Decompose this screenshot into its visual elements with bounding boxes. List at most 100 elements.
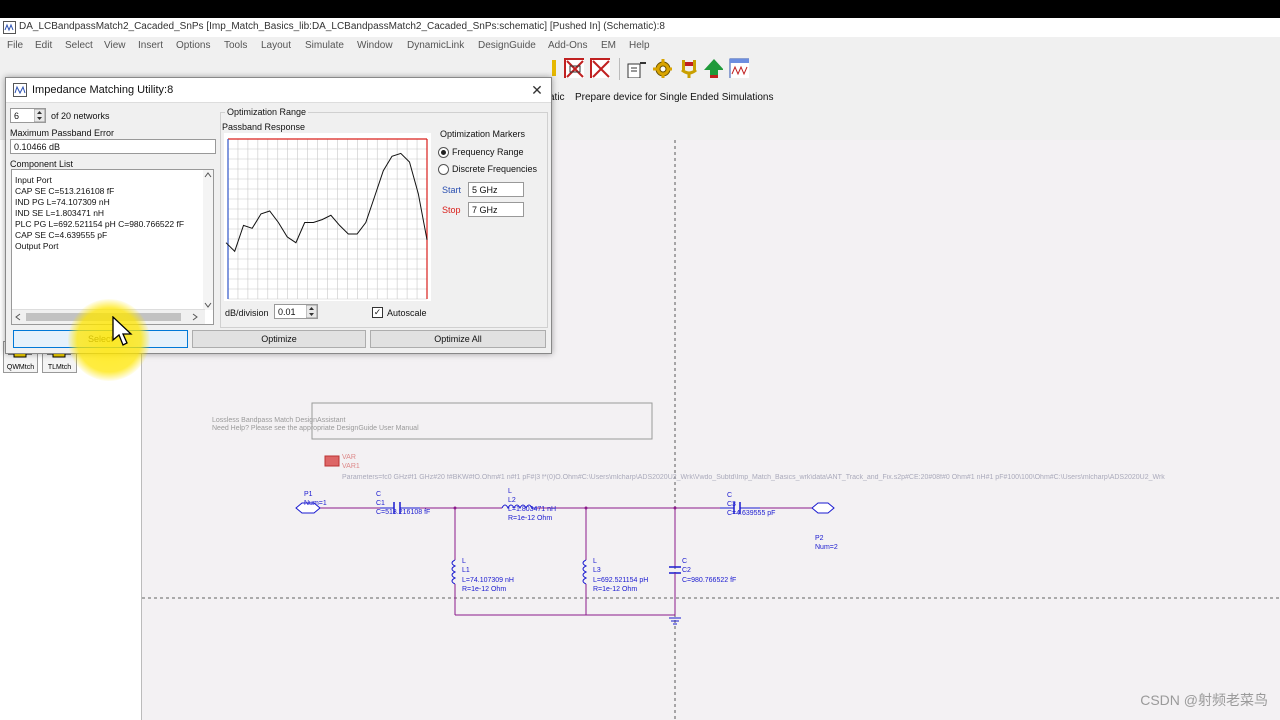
l1-name: L1 xyxy=(462,567,470,574)
p2-name: P2 xyxy=(815,535,824,542)
inductor-l1 xyxy=(451,559,457,585)
palette-item-label: QWMtch xyxy=(6,364,35,371)
menu-window[interactable]: Window xyxy=(357,40,393,51)
l2-name: L2 xyxy=(508,497,516,504)
frequency-range-radio[interactable] xyxy=(438,147,449,158)
c3-value: C=4.639555 pF xyxy=(727,510,776,517)
dialog-app-icon xyxy=(13,83,27,97)
push-into-hierarchy-icon[interactable] xyxy=(626,58,646,78)
l1-value: L=74.107309 nH xyxy=(462,577,514,584)
port-p2 xyxy=(811,502,835,514)
max-error-value: 0.10466 dB xyxy=(14,142,61,152)
menu-help[interactable]: Help xyxy=(629,40,650,51)
passband-response-label: Passband Response xyxy=(222,122,306,132)
menu-select[interactable]: Select xyxy=(65,40,93,51)
app-icon xyxy=(3,21,16,34)
db-division-label: dB/division xyxy=(225,308,269,318)
scroll-up-icon[interactable] xyxy=(204,172,212,178)
optimize-all-button[interactable]: Optimize All xyxy=(370,330,546,348)
spinner-arrows-icon[interactable] xyxy=(34,109,45,122)
list-item[interactable]: PLC PG L=692.521154 pH C=980.766522 fF xyxy=(15,219,184,229)
deactivate-short-icon[interactable] xyxy=(590,58,610,78)
l2-resistance: R=1e-12 Ohm xyxy=(508,515,553,522)
l3-type: L xyxy=(593,558,597,565)
designguide-note-box xyxy=(311,402,653,440)
palette-item-label: TLMtch xyxy=(47,364,72,371)
list-item[interactable]: Input Port xyxy=(15,175,52,185)
menu-edit[interactable]: Edit xyxy=(35,40,52,51)
c1-name: C1 xyxy=(376,500,385,507)
menu-tools[interactable]: Tools xyxy=(224,40,247,51)
scroll-down-icon[interactable] xyxy=(204,302,212,308)
menu-view[interactable]: View xyxy=(104,40,126,51)
list-item[interactable]: IND PG L=74.107309 nH xyxy=(15,197,110,207)
c2-value: C=980.766522 fF xyxy=(682,577,737,584)
optimize-button[interactable]: Optimize xyxy=(192,330,366,348)
menu-bar: File Edit Select View Insert Options Too… xyxy=(0,37,1280,54)
l2-type: L xyxy=(508,488,512,495)
start-frequency-input[interactable]: 5 GHz xyxy=(468,182,524,197)
c3-name: C3 xyxy=(727,501,736,508)
menu-dynamiclink[interactable]: DynamicLink xyxy=(407,40,464,51)
list-item[interactable]: CAP SE C=513.216108 fF xyxy=(15,186,114,196)
up-arrow-icon[interactable] xyxy=(703,58,723,78)
menu-simulate[interactable]: Simulate xyxy=(305,40,344,51)
component-list-label: Component List xyxy=(10,159,74,169)
autoscale-checkbox[interactable]: ✓ xyxy=(372,307,383,318)
c2-name: C2 xyxy=(682,567,691,574)
dialog-title: Impedance Matching Utility:8 xyxy=(32,84,174,96)
menu-addons[interactable]: Add-Ons xyxy=(548,40,587,51)
l1-type: L xyxy=(462,558,466,565)
menu-designguide[interactable]: DesignGuide xyxy=(478,40,536,51)
p1-name: P1 xyxy=(304,491,313,498)
max-error-field[interactable]: 0.10466 dB xyxy=(10,139,216,154)
passband-response-plot[interactable] xyxy=(224,133,431,301)
deactivate-icon[interactable] xyxy=(564,58,584,78)
l3-resistance: R=1e-12 Ohm xyxy=(593,586,638,593)
tuning-fork-icon[interactable] xyxy=(678,58,698,78)
scroll-right-icon[interactable] xyxy=(192,313,198,321)
menu-em[interactable]: EM xyxy=(601,40,616,51)
prepare-single-ended-button[interactable]: Prepare device for Single Ended Simulati… xyxy=(575,92,773,103)
stop-frequency-value: 7 GHz xyxy=(472,205,498,215)
menu-options[interactable]: Options xyxy=(176,40,210,51)
list-item[interactable]: IND SE L=1.803471 nH xyxy=(15,208,104,218)
c3-type: C xyxy=(727,492,733,499)
c1-type: C xyxy=(376,491,382,498)
dialog-titlebar: Impedance Matching Utility:8 ✕ xyxy=(6,78,551,103)
menu-layout[interactable]: Layout xyxy=(261,40,291,51)
discrete-frequencies-label[interactable]: Discrete Frequencies xyxy=(452,164,537,174)
var-label: VAR xyxy=(342,454,356,461)
close-icon: ✕ xyxy=(531,82,543,98)
start-frequency-value: 5 GHz xyxy=(472,185,498,195)
menu-file[interactable]: File xyxy=(7,40,23,51)
list-item[interactable]: CAP SE C=4.639555 pF xyxy=(15,230,107,240)
window-title: DA_LCBandpassMatch2_Cacaded_SnPs [Imp_Ma… xyxy=(19,21,665,32)
data-display-icon[interactable] xyxy=(729,58,749,78)
designguide-note-line2: Need Help? Please see the appropriate De… xyxy=(212,425,419,432)
optimization-markers-label: Optimization Markers xyxy=(440,129,526,139)
discrete-frequencies-radio[interactable] xyxy=(438,164,449,175)
scroll-left-icon[interactable] xyxy=(15,313,21,321)
toolbar-divider xyxy=(619,58,620,80)
l2-value: L=1.803471 nH xyxy=(508,506,557,513)
list-vertical-scrollbar[interactable] xyxy=(203,170,213,310)
gear-icon[interactable] xyxy=(652,58,672,78)
c2-type: C xyxy=(682,558,688,565)
ads-schematic-window: DA_LCBandpassMatch2_Cacaded_SnPs [Imp_Ma… xyxy=(0,18,1280,720)
var-name: VAR1 xyxy=(342,463,360,470)
stop-frequency-input[interactable]: 7 GHz xyxy=(468,202,524,217)
autoscale-label: Autoscale xyxy=(387,308,427,318)
max-error-label: Maximum Passband Error xyxy=(10,128,115,138)
network-index-value: 6 xyxy=(14,111,20,121)
inductor-l3 xyxy=(582,559,588,585)
p1-num: Num=1 xyxy=(304,500,327,507)
cursor-highlight xyxy=(68,299,150,381)
menu-insert[interactable]: Insert xyxy=(138,40,163,51)
list-item[interactable]: Output Port xyxy=(15,241,58,251)
frequency-range-label[interactable]: Frequency Range xyxy=(452,147,524,157)
spinner-arrows-icon[interactable] xyxy=(306,305,317,318)
l3-value: L=692.521154 pH xyxy=(593,577,649,584)
start-label: Start xyxy=(442,185,462,195)
dialog-close-button[interactable]: ✕ xyxy=(527,80,547,100)
